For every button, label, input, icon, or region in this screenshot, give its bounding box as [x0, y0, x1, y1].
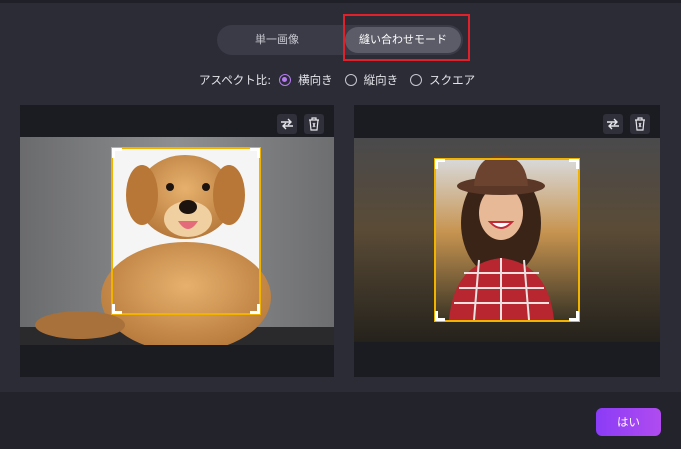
crop-handle[interactable] — [435, 159, 445, 169]
aspect-option-landscape[interactable]: 横向き — [279, 72, 333, 88]
crop-frame[interactable] — [434, 158, 580, 322]
woman-photo — [354, 138, 660, 342]
delete-image-button[interactable] — [630, 114, 650, 134]
crop-handle[interactable] — [250, 304, 260, 314]
puppy-photo — [20, 137, 334, 345]
aspect-option-square[interactable]: スクエア — [410, 72, 475, 88]
trash-icon — [635, 117, 645, 131]
aspect-option-label: 横向き — [298, 73, 333, 87]
swap-image-button[interactable] — [277, 114, 297, 134]
radio-checked-icon[interactable] — [279, 74, 292, 86]
radio-unchecked-icon[interactable] — [410, 74, 423, 86]
crop-handle[interactable] — [569, 159, 579, 169]
footer-bar — [0, 392, 681, 449]
delete-image-button[interactable] — [304, 114, 324, 134]
confirm-button[interactable]: はい — [596, 408, 661, 436]
aspect-option-portrait[interactable]: 縦向き — [344, 72, 399, 88]
swap-icon — [281, 118, 293, 130]
trash-icon — [309, 117, 319, 131]
crop-handle[interactable] — [112, 148, 122, 158]
aspect-option-label: 縦向き — [363, 73, 399, 87]
aspect-ratio-selector: アスペクト比: 横向き 縦向き スクエア — [199, 72, 487, 88]
crop-handle[interactable] — [112, 304, 122, 314]
swap-icon — [607, 118, 619, 130]
image-panel-right — [354, 105, 660, 377]
stitch-mode-button[interactable]: 縫い合わせモード — [345, 27, 461, 53]
aspect-ratio-label: アスペクト比: — [199, 73, 272, 87]
image-panel-left — [20, 105, 334, 377]
window-top-edge — [0, 0, 681, 3]
mode-toggle: 単一画像 縫い合わせモード — [217, 25, 463, 55]
aspect-option-label: スクエア — [429, 73, 476, 87]
crop-frame[interactable] — [111, 147, 261, 315]
single-image-mode-button[interactable]: 単一画像 — [217, 25, 337, 55]
crop-handle[interactable] — [569, 311, 579, 321]
swap-image-button[interactable] — [603, 114, 623, 134]
crop-handle[interactable] — [250, 148, 260, 158]
crop-handle[interactable] — [435, 311, 445, 321]
radio-unchecked-icon[interactable] — [344, 74, 357, 86]
